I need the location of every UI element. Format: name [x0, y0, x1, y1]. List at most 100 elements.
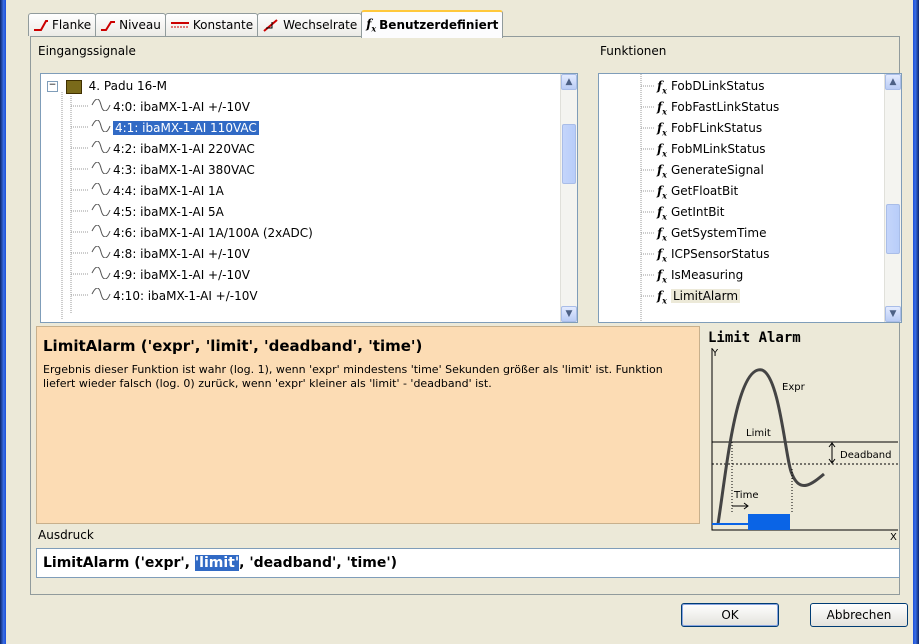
edge-icon [34, 20, 48, 31]
limit-alarm-diagram: Limit Alarm Y X Expr Limit Deadband Time [700, 324, 900, 543]
signals-tree[interactable]: − 4. Padu 16-M 4:0: ibaMX-1-AI +/-10V 4:1… [40, 73, 578, 323]
signal-item[interactable]: 4:2: ibaMX-1-AI 220VAC [91, 139, 255, 159]
function-item[interactable]: fx FobDLinkStatus [657, 76, 764, 96]
function-item[interactable]: fx FobFLinkStatus [657, 118, 762, 138]
function-description-text: Ergebnis dieser Funktion ist wahr (log. … [43, 363, 663, 390]
time-markers [731, 442, 793, 514]
analog-signal-icon [91, 223, 113, 243]
scroll-up-icon[interactable]: ▲ [885, 74, 901, 90]
tab-bar: Flanke Niveau Konstante Wechselrate fx B… [28, 10, 504, 38]
fx-icon: fx [657, 247, 667, 264]
analog-signal-icon [91, 244, 113, 264]
analog-signal-icon [91, 181, 113, 201]
analog-signal-icon [91, 118, 113, 138]
signal-item[interactable]: 4:8: ibaMX-1-AI +/-10V [91, 244, 250, 264]
tab-niveau[interactable]: Niveau [95, 13, 166, 36]
alarm-output [748, 514, 790, 530]
collapse-icon[interactable]: − [47, 81, 58, 92]
fx-icon: fx [657, 205, 667, 222]
signal-label: 4:1: ibaMX-1-AI 110VAC [113, 121, 259, 135]
scroll-thumb[interactable] [562, 124, 576, 184]
analog-signal-icon [91, 286, 113, 306]
expr-label: Expr [782, 382, 806, 393]
window-frame-left [0, 0, 6, 644]
function-label: FobDLinkStatus [670, 79, 765, 93]
function-label: LimitAlarm [670, 289, 741, 303]
signal-label: 4:10: ibaMX-1-AI +/-10V [113, 289, 258, 303]
window-frame-right [913, 0, 919, 644]
function-item[interactable]: fx IsMeasuring [657, 265, 743, 285]
function-item[interactable]: fx FobMLinkStatus [657, 139, 766, 159]
fx-icon: fx [657, 226, 667, 243]
scroll-down-icon[interactable]: ▼ [561, 306, 577, 322]
expression-label: Ausdruck [38, 528, 94, 542]
scroll-up-icon[interactable]: ▲ [561, 74, 577, 90]
tab-label: Niveau [119, 18, 161, 32]
fx-icon: fx [657, 184, 667, 201]
limit-label: Limit [746, 428, 771, 439]
function-item[interactable]: fx LimitAlarm [657, 286, 741, 306]
function-item[interactable]: fx GetIntBit [657, 202, 724, 222]
signal-item[interactable]: 4:10: ibaMX-1-AI +/-10V [91, 286, 258, 306]
signal-item[interactable]: 4:9: ibaMX-1-AI +/-10V [91, 265, 250, 285]
cancel-button[interactable]: Abbrechen [810, 603, 908, 627]
ok-button[interactable]: OK [681, 603, 779, 627]
fx-icon: fx [657, 289, 667, 306]
diagram-title: Limit Alarm [708, 330, 801, 346]
fx-icon: fx [657, 163, 667, 180]
tab-flanke[interactable]: Flanke [28, 13, 97, 36]
signal-item[interactable]: 4:3: ibaMX-1-AI 380VAC [91, 160, 255, 180]
tab-wechselrate[interactable]: Wechselrate [257, 13, 363, 36]
function-item[interactable]: fx GetFloatBit [657, 181, 738, 201]
function-item[interactable]: fx ICPSensorStatus [657, 244, 769, 264]
x-axis-label: X [890, 532, 897, 542]
deadband-label: Deadband [840, 450, 892, 461]
scroll-thumb[interactable] [886, 204, 900, 254]
tab-label: Benutzerdefiniert [379, 18, 499, 32]
time-label: Time [733, 490, 758, 501]
function-label: GenerateSignal [670, 163, 764, 177]
tab-label: Wechselrate [283, 18, 358, 32]
function-item[interactable]: fx FobFastLinkStatus [657, 97, 779, 117]
scroll-down-icon[interactable]: ▼ [885, 306, 901, 322]
function-label: FobFLinkStatus [670, 121, 763, 135]
signal-label: 4:4: ibaMX-1-AI 1A [113, 184, 224, 198]
fx-icon: fx [657, 268, 667, 285]
functions-list[interactable]: fx FobDLinkStatus fx FobFastLinkStatus fx Fob… [598, 73, 902, 323]
function-label: ICPSensorStatus [670, 247, 770, 261]
tab-konstante[interactable]: Konstante [164, 13, 259, 36]
tab-label: Konstante [192, 18, 254, 32]
expression-selection: 'limit' [194, 555, 240, 571]
expression-input[interactable]: LimitAlarm ('expr', 'limit', 'deadband',… [36, 548, 900, 578]
tab-benutzerdefiniert[interactable]: fx Benutzerdefiniert [361, 10, 504, 38]
functions-header: Funktionen [600, 44, 667, 58]
signal-item[interactable]: 4:1: ibaMX-1-AI 110VAC [91, 118, 259, 138]
function-item[interactable]: fx GenerateSignal [657, 160, 764, 180]
function-label: GetFloatBit [670, 184, 739, 198]
analog-signal-icon [91, 202, 113, 222]
signal-item[interactable]: 4:5: ibaMX-1-AI 5A [91, 202, 224, 222]
function-description: LimitAlarm ('expr', 'limit', 'deadband',… [36, 326, 700, 524]
signal-item[interactable]: 4:0: ibaMX-1-AI +/-10V [91, 97, 250, 117]
analog-signal-icon [91, 97, 113, 117]
signal-label: 4:9: ibaMX-1-AI +/-10V [113, 268, 250, 282]
signal-item[interactable]: 4:6: ibaMX-1-AI 1A/100A (2xADC) [91, 223, 313, 243]
signal-label: 4:6: ibaMX-1-AI 1A/100A (2xADC) [113, 226, 313, 240]
device-icon [65, 79, 82, 94]
signal-label: 4:8: ibaMX-1-AI +/-10V [113, 247, 250, 261]
signal-label: 4:0: ibaMX-1-AI +/-10V [113, 100, 250, 114]
functions-scrollbar[interactable]: ▲ ▼ [884, 74, 901, 322]
root-label: 4. Padu 16-M [88, 79, 167, 93]
function-label: FobMLinkStatus [670, 142, 766, 156]
analog-signal-icon [91, 139, 113, 159]
signal-label: 4:3: ibaMX-1-AI 380VAC [113, 163, 255, 177]
function-label: FobFastLinkStatus [670, 100, 780, 114]
tree-root[interactable]: − 4. Padu 16-M [47, 76, 167, 96]
time-arrow [732, 502, 749, 510]
signal-item[interactable]: 4:4: ibaMX-1-AI 1A [91, 181, 224, 201]
function-label: GetSystemTime [670, 226, 767, 240]
signals-header: Eingangssignale [38, 44, 136, 58]
expression-part: LimitAlarm ('expr', [43, 555, 195, 571]
function-item[interactable]: fx GetSystemTime [657, 223, 766, 243]
signals-scrollbar[interactable]: ▲ ▼ [560, 74, 577, 322]
